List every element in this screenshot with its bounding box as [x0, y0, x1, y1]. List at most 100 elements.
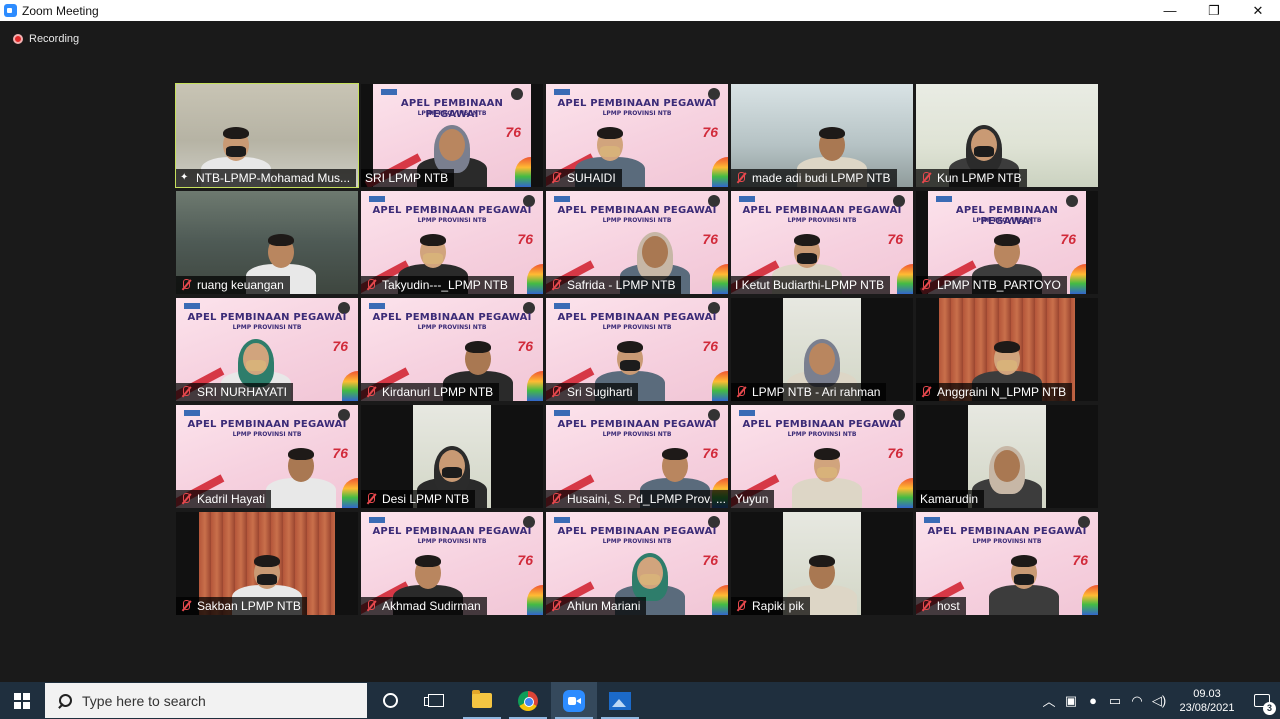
mic-muted-icon — [365, 386, 376, 398]
recording-indicator[interactable]: Recording — [13, 33, 79, 45]
restore-button[interactable]: ❐ — [1192, 0, 1236, 21]
participant-tile[interactable]: ✦ NTB-LPMP-Mohamad Mus... — [175, 83, 359, 188]
photos-button[interactable] — [597, 682, 643, 719]
zoom-taskbar-button[interactable] — [551, 682, 597, 719]
participant-name: Takyudin---_LPMP NTB — [382, 278, 508, 292]
participant-tile[interactable]: Anggraini N_LPMP NTB — [916, 298, 1098, 401]
participant-tile[interactable]: APEL PEMBINAAN PEGAWAI LPMP PROVINSI NTB 7… — [731, 191, 913, 294]
mic-muted-icon — [550, 386, 561, 398]
participant-name: Kun LPMP NTB — [937, 171, 1022, 185]
chrome-button[interactable] — [505, 682, 551, 719]
participant-tile[interactable]: ruang keuangan — [176, 191, 358, 294]
wifi-icon[interactable]: ◠ — [1126, 682, 1148, 719]
chevron-up-icon[interactable]: ︿ — [1038, 682, 1060, 719]
participant-person — [989, 535, 1059, 615]
mic-muted-icon — [180, 493, 191, 505]
search-icon — [58, 693, 72, 708]
banner-76-badge: 76 — [887, 445, 903, 461]
participant-tile[interactable]: Rapiki pik — [731, 512, 913, 615]
banner-rainbow — [897, 264, 913, 294]
battery-icon[interactable]: ▭ — [1104, 682, 1126, 719]
participant-tile[interactable]: LPMP NTB - Ari rahman — [731, 298, 913, 401]
start-button[interactable] — [0, 682, 44, 719]
participant-tile[interactable]: APEL PEMBINAAN PEGAWAI LPMP PROVINSI NTB 7… — [546, 512, 728, 615]
meet-now-icon[interactable]: ▣ — [1060, 682, 1082, 719]
mic-muted-icon — [735, 386, 746, 398]
microphone-icon[interactable]: ● — [1082, 682, 1104, 719]
participant-name-tag: Desi LPMP NTB — [361, 490, 476, 508]
participant-tile[interactable]: Sakban LPMP NTB — [176, 512, 358, 615]
banner-rainbow — [712, 585, 728, 615]
lpmp-logo-icon — [554, 517, 570, 523]
gallery-grid: ✦ NTB-LPMP-Mohamad Mus... APEL PEMBINAAN P… — [175, 83, 1104, 616]
participant-name: Sri Sugiharti — [567, 385, 633, 399]
title-bar: Zoom Meeting — ❐ ✕ — [0, 0, 1280, 21]
participant-tile[interactable]: APEL PEMBINAAN PEGAWAI LPMP PROVINSI NTB 7… — [361, 298, 543, 401]
participant-tile[interactable]: Desi LPMP NTB — [361, 405, 543, 508]
participant-name: Anggraini N_LPMP NTB — [937, 385, 1067, 399]
mic-muted-icon — [550, 279, 561, 291]
banner-rainbow — [515, 157, 531, 187]
banner-76-badge: 76 — [1072, 552, 1088, 568]
action-center-button[interactable]: 3 — [1244, 682, 1280, 719]
participant-tile[interactable]: APEL PEMBINAAN PEGAWAI LPMP PROVINSI NTB 7… — [361, 512, 543, 615]
banner-76-badge: 76 — [887, 231, 903, 247]
banner-76-badge: 76 — [505, 124, 521, 140]
participant-name: SRI LPMP NTB — [365, 171, 449, 185]
mic-muted-icon — [180, 279, 191, 291]
participant-name: SRI NURHAYATI — [197, 385, 288, 399]
participant-person — [792, 428, 862, 508]
participant-tile[interactable]: APEL PEMBINAAN PEGAWAI LPMP PROVINSI NTB 7… — [546, 191, 728, 294]
mic-muted-icon — [735, 600, 746, 612]
zoom-icon — [563, 689, 585, 712]
search-input[interactable] — [82, 692, 342, 709]
file-explorer-button[interactable] — [459, 682, 505, 719]
minimize-button[interactable]: — — [1148, 0, 1192, 21]
participant-tile[interactable]: Kun LPMP NTB — [916, 84, 1098, 187]
mic-muted-icon — [550, 493, 561, 505]
close-button[interactable]: ✕ — [1236, 0, 1280, 21]
participant-name: Kirdanuri LPMP NTB — [382, 385, 494, 399]
participant-name-tag: Kadril Hayati — [176, 490, 272, 508]
participant-tile[interactable]: APEL PEMBINAAN PEGAWAI LPMP PROVINSI NTB 7… — [731, 405, 913, 508]
lpmp-logo-icon — [739, 196, 755, 202]
participant-name: Yuyun — [735, 492, 769, 506]
participant-tile[interactable]: APEL PEMBINAAN PEGAWAI LPMP PROVINSI NTB 7… — [361, 191, 543, 294]
taskbar-clock[interactable]: 09.03 23/08/2021 — [1174, 687, 1240, 715]
participant-person — [266, 428, 336, 508]
banner-rainbow — [342, 478, 358, 508]
participant-tile[interactable]: APEL PEMBINAAN PEGAWAI LPMP PROVINSI NTB 7… — [916, 512, 1098, 615]
participant-tile[interactable]: APEL PEMBINAAN PEGAWAI LPMP PROVINSI NTB 7… — [916, 191, 1098, 294]
cortana-button[interactable] — [367, 682, 413, 719]
clock-date: 23/08/2021 — [1179, 701, 1235, 714]
participant-name-tag: Kun LPMP NTB — [916, 169, 1028, 187]
participant-name: Kamarudin — [920, 492, 979, 506]
lpmp-logo-icon — [554, 89, 570, 95]
participant-name-tag: Husaini, S. Pd_LPMP Prov. ... — [546, 490, 728, 508]
participant-tile[interactable]: APEL PEMBINAAN PEGAWAI LPMP PROVINSI NTB 7… — [546, 298, 728, 401]
windows-taskbar: ︿ ▣ ● ▭ ◠ ◁) 09.03 23/08/2021 3 — [0, 682, 1280, 719]
banner-76-badge: 76 — [702, 338, 718, 354]
mic-muted-icon — [365, 279, 376, 291]
participant-name: made adi budi LPMP NTB — [752, 171, 891, 185]
participant-tile[interactable]: APEL PEMBINAAN PEGAWAI LPMP PROVINSI NTB 7… — [546, 84, 728, 187]
volume-icon[interactable]: ◁) — [1148, 682, 1170, 719]
participant-name: LPMP NTB - Ari rahman — [752, 385, 881, 399]
participant-tile[interactable]: Kamarudin — [916, 405, 1098, 508]
participant-name: Akhmad Sudirman — [382, 599, 481, 613]
participant-name-tag: Anggraini N_LPMP NTB — [916, 383, 1073, 401]
lpmp-logo-icon — [936, 196, 952, 202]
participant-tile[interactable]: made adi budi LPMP NTB — [731, 84, 913, 187]
participant-tile[interactable]: APEL PEMBINAAN PEGAWAI LPMP PROVINSI NTB 7… — [176, 405, 358, 508]
participant-name: Kadril Hayati — [197, 492, 266, 506]
task-view-button[interactable] — [413, 682, 459, 719]
mic-muted-icon — [920, 386, 931, 398]
participant-tile[interactable]: APEL PEMBINAAN PEGAWAI LPMP PROVINSI NTB 7… — [361, 84, 543, 187]
participant-name: Sakban LPMP NTB — [197, 599, 301, 613]
participant-name-tag: Kamarudin — [916, 490, 985, 508]
participant-tile[interactable]: APEL PEMBINAAN PEGAWAI LPMP PROVINSI NTB 7… — [176, 298, 358, 401]
taskbar-search[interactable] — [45, 683, 367, 718]
participant-tile[interactable]: APEL PEMBINAAN PEGAWAI LPMP PROVINSI NTB 7… — [546, 405, 728, 508]
banner-rainbow — [527, 585, 543, 615]
participant-name-tag: ruang keuangan — [176, 276, 290, 294]
